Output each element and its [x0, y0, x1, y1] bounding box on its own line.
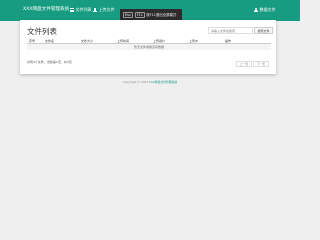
nav-upload-label: 上传文件: [98, 7, 115, 12]
f11-key-badge: F11: [134, 11, 145, 18]
column-header-upload-time: 上传时间: [117, 39, 130, 43]
column-header-index: 序号: [29, 39, 36, 43]
nav-user-menu[interactable]: 数据文件: [254, 7, 276, 13]
file-list-panel: 文件列表 搜索文件 序号 文件名 文件大小 上传时间 上传用户 上传IP 操作 …: [20, 20, 276, 74]
footer-link[interactable]: XXX网盘文件管理系统: [149, 80, 177, 84]
fullscreen-popover: Esc F11 按F11退出全屏模式: [120, 9, 182, 20]
pagination-info: 共有0个文件，当前第1页，共0页: [27, 60, 72, 64]
footer: Copyright © 2023 XXX网盘文件管理系统: [0, 80, 300, 84]
nav-file-list[interactable]: 文件列表: [70, 7, 92, 13]
nav-user-label: 数据文件: [259, 7, 276, 12]
prev-page-button[interactable]: 上一页: [236, 61, 252, 67]
page-title: 文件列表: [27, 27, 57, 36]
nav-file-list-label: 文件列表: [75, 7, 92, 12]
column-header-size: 文件大小: [81, 39, 94, 43]
nav-upload[interactable]: 上传文件: [93, 7, 115, 13]
column-header-upload-ip: 上传IP: [189, 39, 198, 43]
column-header-filename: 文件名: [45, 39, 55, 43]
empty-table-row: 暂无文件或者没有数据: [27, 44, 271, 50]
next-page-button[interactable]: 下一页: [253, 61, 269, 67]
upload-icon: [93, 8, 97, 12]
esc-key-badge: Esc: [123, 11, 134, 18]
user-icon: [254, 8, 258, 12]
footer-copyright: Copyright © 2023: [122, 80, 149, 84]
column-header-uploader: 上传用户: [153, 39, 166, 43]
popover-text: 按F11退出全屏模式: [146, 13, 177, 17]
brand-title[interactable]: XXX网盘文件管理系统: [23, 6, 69, 12]
column-header-actions: 操作: [225, 39, 232, 43]
search-input[interactable]: [208, 27, 253, 34]
search-button[interactable]: 搜索文件: [254, 27, 273, 34]
list-icon: [70, 8, 74, 12]
